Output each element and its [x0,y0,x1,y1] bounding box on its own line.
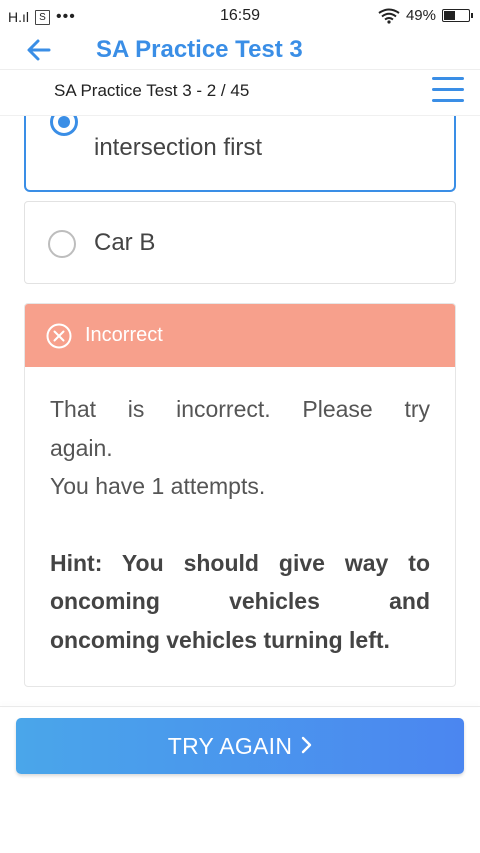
status-right: 49% [378,7,473,24]
hint-line: oncoming vehicles and [50,588,430,614]
hint-text: Hint: You should give way to oncoming ve… [50,544,430,660]
attempts-text: You have 1 attempts. [50,473,266,499]
hint-line: Hint: You should give way to [50,549,430,576]
back-arrow-icon[interactable] [24,35,54,65]
hint-line: oncoming vehicles turning left. [50,626,390,653]
feedback-message: That is incorrect. Please try again. You… [50,390,430,659]
page-title: SA Practice Test 3 [96,36,303,63]
sub-header: SA Practice Test 3 - 2 / 45 [0,70,480,114]
app-header: SA Practice Test 3 [0,32,480,70]
battery-icon [442,9,473,22]
chevron-right-icon [300,718,312,774]
feedback-line: That is incorrect. Please try [50,396,430,422]
status-bar: H.ıl S ••• 16:59 49% [0,0,480,32]
question-content[interactable]: intersection first Car B Incorrect That … [0,116,480,706]
wifi-icon [378,8,400,24]
question-progress: SA Practice Test 3 - 2 / 45 [54,81,250,100]
feedback-status: Incorrect [85,324,163,346]
battery-percent: 49% [405,7,436,24]
answer-option-selected[interactable]: intersection first [24,116,456,192]
radio-selected-icon[interactable] [50,116,78,136]
feedback-header: Incorrect [25,304,455,367]
feedback-card: Incorrect That is incorrect. Please try … [24,303,456,687]
close-circle-icon [46,323,72,349]
answer-option-label: intersection first [94,134,263,161]
menu-icon[interactable] [432,77,464,103]
radio-unselected-icon[interactable] [48,230,76,258]
try-again-button[interactable]: TRY AGAIN [16,718,464,774]
try-again-label: TRY AGAIN [167,733,293,759]
feedback-line: again. [50,434,113,461]
answer-option-car-b[interactable]: Car B [24,201,456,284]
answer-option-label: Car B [94,229,156,256]
bottom-divider [0,706,480,707]
